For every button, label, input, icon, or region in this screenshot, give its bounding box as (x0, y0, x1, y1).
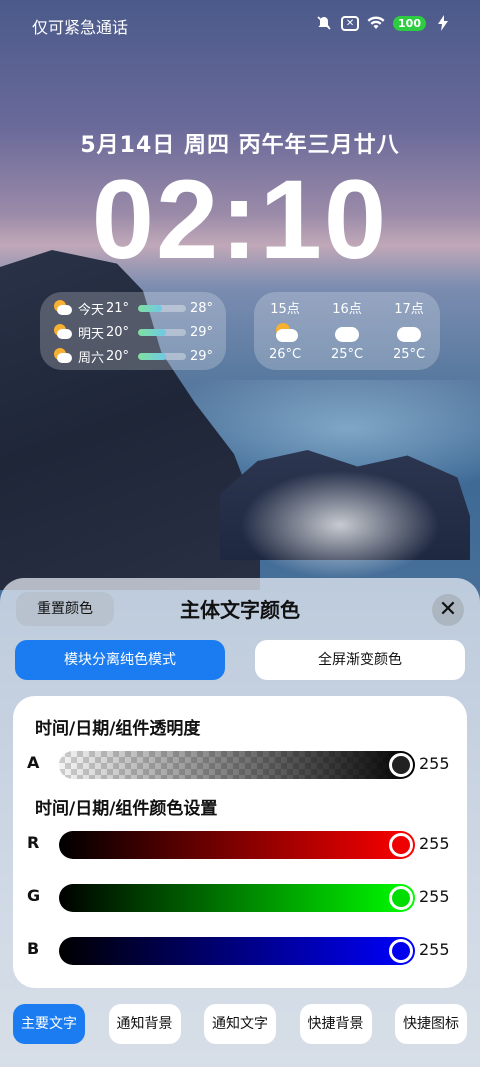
temp-range-bar (138, 328, 186, 336)
blue-slider[interactable] (59, 937, 415, 965)
slider-value: 255 (419, 834, 450, 853)
charging-icon (434, 15, 452, 31)
slider-value: 255 (419, 887, 450, 906)
slider-row-r: R 255 (27, 831, 457, 859)
weather-hour: 17点 (394, 302, 424, 317)
slider-label: A (27, 753, 40, 772)
weather-day: 周六 (78, 350, 105, 366)
cloudy-icon (334, 323, 360, 343)
partly-cloudy-icon (52, 348, 72, 364)
weather-hour: 16点 (332, 302, 362, 317)
weather-day-row: 周六 20° 29° (52, 344, 214, 368)
weather-day: 今天 (78, 302, 105, 318)
weather-low: 20° (106, 348, 130, 364)
partly-cloudy-icon (52, 300, 72, 316)
slider-row-a: A 255 (27, 751, 457, 779)
red-slider[interactable] (59, 831, 415, 859)
tab-notification-text[interactable]: 通知文字 (204, 1004, 276, 1044)
sim-none-icon: ✕ (341, 15, 360, 31)
weather-low: 21° (106, 300, 130, 316)
partly-cloudy-icon (272, 323, 298, 343)
weather-high: 28° (190, 300, 214, 316)
cloudy-icon (396, 323, 422, 343)
battery-icon: 100 (393, 15, 426, 31)
slider-label: G (27, 886, 41, 905)
temp-range-bar (138, 352, 186, 360)
carrier-text: 仅可紧急通话 (32, 18, 129, 37)
tab-shortcut-bg[interactable]: 快捷背景 (299, 1004, 372, 1044)
slider-value: 255 (419, 754, 450, 773)
target-tabs: 主要文字 通知背景 通知文字 快捷背景 快捷图标 (13, 1004, 467, 1044)
weather-day-row: 今天 21° 28° (52, 296, 214, 320)
green-slider[interactable] (59, 884, 415, 912)
temp-range-bar (138, 304, 186, 312)
sheet-title: 主体文字颜色 (180, 598, 300, 622)
partly-cloudy-icon (52, 324, 72, 340)
wallpaper-mist (240, 470, 440, 580)
bell-muted-icon (315, 15, 333, 31)
lockscreen-date: 5月14日 周四 丙午年三月廿八 (80, 133, 400, 158)
weather-hour-temp: 25°C (392, 347, 426, 362)
weather-hour-col: 17点 25°C (393, 298, 425, 370)
tab-notification-bg[interactable]: 通知背景 (108, 1004, 181, 1044)
mode-solid-button[interactable]: 模块分离纯色模式 (15, 640, 225, 680)
weather-day: 明天 (78, 326, 105, 342)
opacity-section-title: 时间/日期/组件透明度 (35, 719, 201, 739)
color-panel: 时间/日期/组件透明度 A 255 时间/日期/组件颜色设置 R 255 G 2… (13, 696, 467, 988)
weather-hour-col: 15点 26°C (269, 298, 301, 370)
weather-high: 29° (190, 348, 214, 364)
slider-label: R (27, 833, 40, 852)
weather-low: 20° (106, 324, 130, 340)
slider-label: B (27, 939, 40, 958)
weather-hourly-widget[interactable]: 15点 26°C 16点 25°C 17点 25°C (254, 292, 440, 370)
weather-hour-temp: 25°C (330, 347, 364, 362)
tab-shortcut-icon[interactable]: 快捷图标 (395, 1004, 467, 1044)
weather-daily-widget[interactable]: 今天 21° 28° 明天 20° 29° 周六 20° 29° (40, 292, 226, 370)
slider-row-g: G 255 (27, 884, 457, 912)
weather-hour-temp: 26°C (268, 347, 302, 362)
close-icon[interactable]: ✕ (432, 594, 464, 626)
slider-knob[interactable] (389, 886, 413, 910)
slider-knob[interactable] (389, 939, 413, 963)
weather-hour: 15点 (270, 302, 300, 317)
tab-main-text[interactable]: 主要文字 (13, 1004, 85, 1044)
slider-value: 255 (419, 940, 450, 959)
wifi-icon (367, 15, 385, 31)
status-bar: 仅可紧急通话 ✕ 100 (0, 0, 480, 48)
weather-day-row: 明天 20° 29° (52, 320, 214, 344)
color-section-title: 时间/日期/组件颜色设置 (35, 799, 218, 819)
slider-knob[interactable] (389, 753, 413, 777)
mode-gradient-button[interactable]: 全屏渐变颜色 (255, 640, 465, 680)
weather-hour-col: 16点 25°C (331, 298, 363, 370)
slider-knob[interactable] (389, 833, 413, 857)
alpha-slider[interactable] (59, 751, 415, 779)
lockscreen-time: 02:10 (91, 157, 389, 282)
slider-row-b: B 255 (27, 937, 457, 965)
weather-high: 29° (190, 324, 214, 340)
